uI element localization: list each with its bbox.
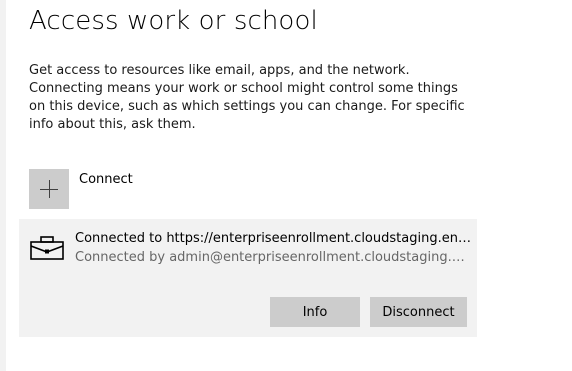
connect-button[interactable]: Connect [29, 169, 133, 209]
info-button[interactable]: Info [270, 297, 360, 327]
account-connected-to: Connected to https://enterpriseenrollmen… [75, 231, 471, 246]
plus-icon [29, 169, 69, 209]
disconnect-button[interactable]: Disconnect [370, 297, 467, 327]
work-account-item[interactable]: Connected to https://enterpriseenrollmen… [19, 219, 477, 337]
navigation-pane-edge [0, 0, 6, 371]
access-work-or-school-page: Access work or school Get access to reso… [0, 0, 572, 371]
connect-label: Connect [79, 172, 133, 187]
briefcase-icon [30, 236, 64, 260]
page-description: Get access to resources like email, apps… [29, 63, 465, 132]
account-connected-by: Connected by admin@enterpriseenrollment.… [75, 250, 467, 265]
page-title: Access work or school [29, 6, 318, 36]
